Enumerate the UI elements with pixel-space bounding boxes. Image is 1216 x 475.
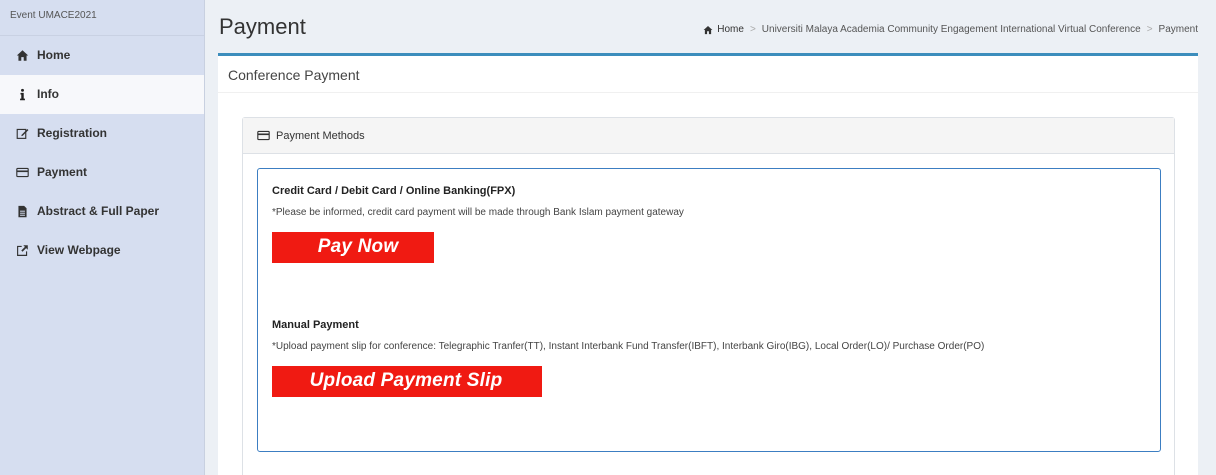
sidebar-item-abstract[interactable]: Abstract & Full Paper [0,192,204,231]
credit-card-icon [14,164,30,180]
sidebar-item-label: Abstract & Full Paper [37,204,160,218]
card-title: Conference Payment [218,56,1198,93]
edit-icon [14,125,30,141]
conference-payment-card: Conference Payment Payment Methods Credi… [218,53,1198,475]
sidebar-event-title: Event UMACE2021 [0,0,204,36]
breadcrumb-separator: > [1146,24,1153,35]
sidebar-item-label: Home [37,48,71,62]
breadcrumb-current: Payment [1158,24,1198,35]
content-header: Payment Home > Universiti Malaya Academi… [205,0,1216,54]
payment-methods-title: Payment Methods [276,129,365,142]
breadcrumb-home-link[interactable]: Home [703,24,744,35]
online-payment-note: *Please be informed, credit card payment… [272,207,684,218]
sidebar-item-home[interactable]: Home [0,36,204,75]
info-icon [14,86,30,102]
online-payment-section: Credit Card / Debit Card / Online Bankin… [272,185,1146,263]
manual-payment-note: *Upload payment slip for conference: Tel… [272,341,985,352]
manual-payment-section: Manual Payment *Upload payment slip for … [272,319,1146,397]
sidebar-item-view-webpage[interactable]: View Webpage [0,231,204,270]
breadcrumb-home-label: Home [717,24,744,35]
breadcrumb-separator: > [749,24,756,35]
breadcrumb: Home > Universiti Malaya Academia Commun… [703,24,1198,35]
sidebar: Event UMACE2021 Home Info Registration P… [0,0,205,475]
sidebar-item-registration[interactable]: Registration [0,114,204,153]
payment-methods-header: Payment Methods [243,118,1174,154]
payment-methods-panel: Payment Methods Credit Card / Debit Card… [242,117,1175,475]
sidebar-item-info[interactable]: Info [0,75,204,114]
home-icon [14,47,30,63]
payment-options-box: Credit Card / Debit Card / Online Bankin… [257,168,1161,452]
manual-payment-title: Manual Payment [272,319,359,331]
pay-now-button[interactable]: Pay Now [272,232,434,263]
credit-card-icon [257,130,270,141]
sidebar-item-label: Registration [37,126,108,140]
online-payment-title: Credit Card / Debit Card / Online Bankin… [272,185,516,197]
sidebar-item-label: Info [37,87,59,101]
sidebar-item-label: View Webpage [37,243,121,257]
external-link-icon [14,242,30,258]
upload-payment-slip-button[interactable]: Upload Payment Slip [272,366,542,397]
home-icon [703,25,713,34]
file-icon [14,203,30,219]
sidebar-item-payment[interactable]: Payment [0,153,204,192]
breadcrumb-conference-link[interactable]: Universiti Malaya Academia Community Eng… [762,24,1141,35]
page-title: Payment [219,14,306,39]
sidebar-item-label: Payment [37,165,88,179]
